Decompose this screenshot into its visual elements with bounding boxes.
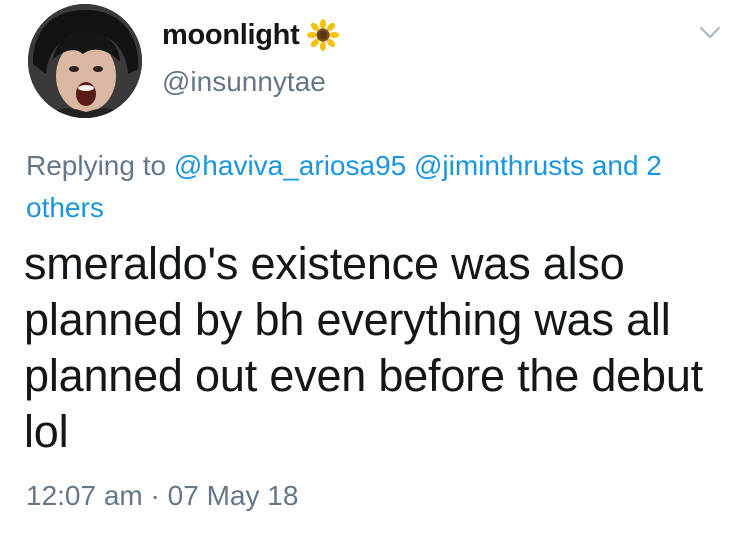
mention-link[interactable]: @jiminthrusts — [414, 150, 584, 181]
replying-prefix: Replying to — [26, 150, 167, 181]
tweet-date: 07 May 18 — [167, 480, 299, 511]
timestamp-separator: · — [150, 480, 160, 511]
avatar-photo — [28, 4, 142, 118]
mention-link[interactable]: @haviva_ariosa95 — [174, 150, 406, 181]
user-handle[interactable]: @insunnytae — [162, 66, 339, 98]
tweet-text-line: lol — [24, 406, 69, 457]
tweet-text-line: planned out even before the debut — [24, 350, 703, 401]
tweet-header: moonlight @insunnytae — [162, 14, 340, 98]
replying-to: Replying to @haviva_ariosa95 @jiminthrus… — [26, 145, 726, 229]
avatar[interactable] — [28, 4, 142, 118]
tweet-time: 12:07 am — [26, 480, 143, 511]
tweet-card: moonlight @insunnytae Replying to @haviv… — [0, 0, 750, 549]
chevron-down-icon[interactable] — [698, 22, 722, 42]
tweet-text-line: planned by bh everything was all — [24, 294, 671, 345]
display-name[interactable]: moonlight — [162, 19, 300, 52]
tweet-text: smeraldo's existence was also planned by… — [24, 236, 734, 460]
sunflower-icon — [307, 19, 340, 51]
name-row: moonlight — [162, 14, 340, 56]
tweet-timestamp[interactable]: 12:07 am · 07 May 18 — [26, 480, 298, 512]
tweet-text-line: smeraldo's existence was also — [24, 238, 625, 289]
